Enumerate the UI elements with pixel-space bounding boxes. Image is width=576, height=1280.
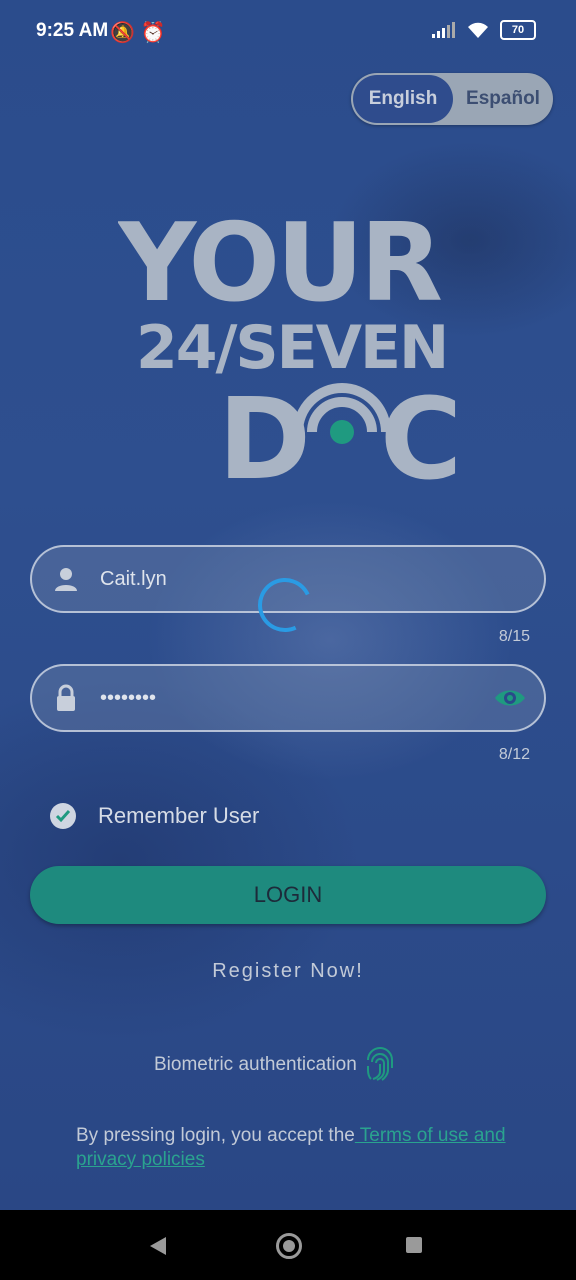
biometric-label[interactable]: Biometric authentication xyxy=(154,1054,357,1076)
signal-icon xyxy=(432,22,455,38)
password-field[interactable]: •••••••• xyxy=(30,664,546,732)
language-option-spanish[interactable]: Español xyxy=(455,73,551,125)
remember-user-checkbox[interactable]: Remember User xyxy=(50,800,259,832)
user-icon xyxy=(55,568,77,591)
status-time: 9:25 AM xyxy=(36,20,109,41)
logo-line3-c: C xyxy=(380,375,462,490)
terms-prefix: By pressing login, you accept the xyxy=(76,1125,355,1146)
wifi-icon xyxy=(468,22,488,38)
language-toggle[interactable]: English Español xyxy=(351,73,553,125)
back-icon[interactable] xyxy=(150,1237,166,1255)
logo-line3-d: D xyxy=(218,375,311,490)
logo-signal-icon xyxy=(293,383,391,444)
remember-user-label: Remember User xyxy=(98,803,260,828)
app-logo: YOUR 24/SEVEN D C xyxy=(118,201,462,490)
username-input[interactable]: Cait.lyn xyxy=(100,547,167,611)
status-bar: 9:25 AM 🔕⏰ 70 xyxy=(0,0,576,56)
register-link[interactable]: Register Now! xyxy=(0,960,576,983)
username-counter: 8/15 xyxy=(498,628,530,645)
status-right: 70 xyxy=(432,20,536,40)
logo-line1: YOUR xyxy=(118,201,441,326)
fingerprint-icon[interactable] xyxy=(363,1046,397,1084)
home-icon[interactable] xyxy=(276,1233,302,1259)
battery-icon: 70 xyxy=(500,20,536,40)
checkbox-checked-icon[interactable] xyxy=(50,803,76,829)
language-option-english[interactable]: English xyxy=(353,75,453,123)
alarm-icon: ⏰ xyxy=(140,22,172,44)
bell-muted-icon: 🔕 xyxy=(110,22,141,44)
lock-icon xyxy=(57,684,75,711)
recents-icon[interactable] xyxy=(406,1237,422,1253)
terms-text: By pressing login, you accept the Terms … xyxy=(76,1124,516,1172)
logo-line2: 24/SEVEN xyxy=(136,313,447,383)
notification-icons: 🔕⏰ xyxy=(110,20,172,45)
login-button[interactable]: LOGIN xyxy=(30,866,546,924)
eye-icon[interactable] xyxy=(494,686,526,710)
password-counter: 8/12 xyxy=(498,746,530,763)
biometric-authentication[interactable]: Biometric authentication xyxy=(154,1046,397,1084)
password-input[interactable]: •••••••• xyxy=(100,666,156,730)
